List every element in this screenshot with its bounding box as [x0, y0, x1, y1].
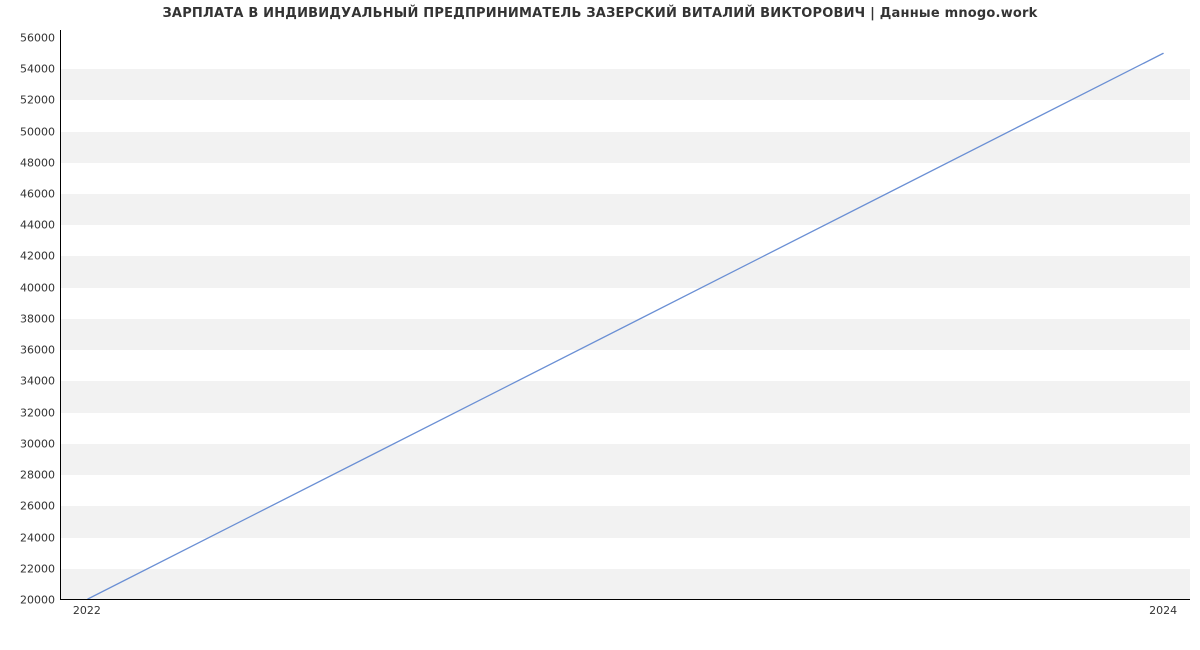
y-tick-label: 26000 — [5, 500, 55, 513]
y-tick-label: 50000 — [5, 125, 55, 138]
y-tick-label: 28000 — [5, 469, 55, 482]
chart-container: ЗАРПЛАТА В ИНДИВИДУАЛЬНЫЙ ПРЕДПРИНИМАТЕЛ… — [0, 0, 1200, 650]
y-tick-label: 44000 — [5, 219, 55, 232]
y-tick-label: 22000 — [5, 562, 55, 575]
plot-area — [60, 30, 1190, 600]
x-tick-label: 2024 — [1149, 604, 1177, 617]
y-tick-label: 54000 — [5, 63, 55, 76]
y-tick-label: 56000 — [5, 31, 55, 44]
y-tick-label: 48000 — [5, 156, 55, 169]
x-tick-label: 2022 — [73, 604, 101, 617]
y-tick-label: 32000 — [5, 406, 55, 419]
y-tick-label: 40000 — [5, 281, 55, 294]
y-tick-label: 24000 — [5, 531, 55, 544]
data-line — [88, 53, 1163, 599]
y-tick-label: 46000 — [5, 187, 55, 200]
line-layer — [61, 30, 1190, 599]
y-tick-label: 42000 — [5, 250, 55, 263]
y-tick-label: 52000 — [5, 94, 55, 107]
y-tick-label: 20000 — [5, 594, 55, 607]
y-tick-label: 38000 — [5, 312, 55, 325]
y-tick-label: 34000 — [5, 375, 55, 388]
y-tick-label: 30000 — [5, 437, 55, 450]
chart-title: ЗАРПЛАТА В ИНДИВИДУАЛЬНЫЙ ПРЕДПРИНИМАТЕЛ… — [0, 6, 1200, 21]
y-tick-label: 36000 — [5, 344, 55, 357]
